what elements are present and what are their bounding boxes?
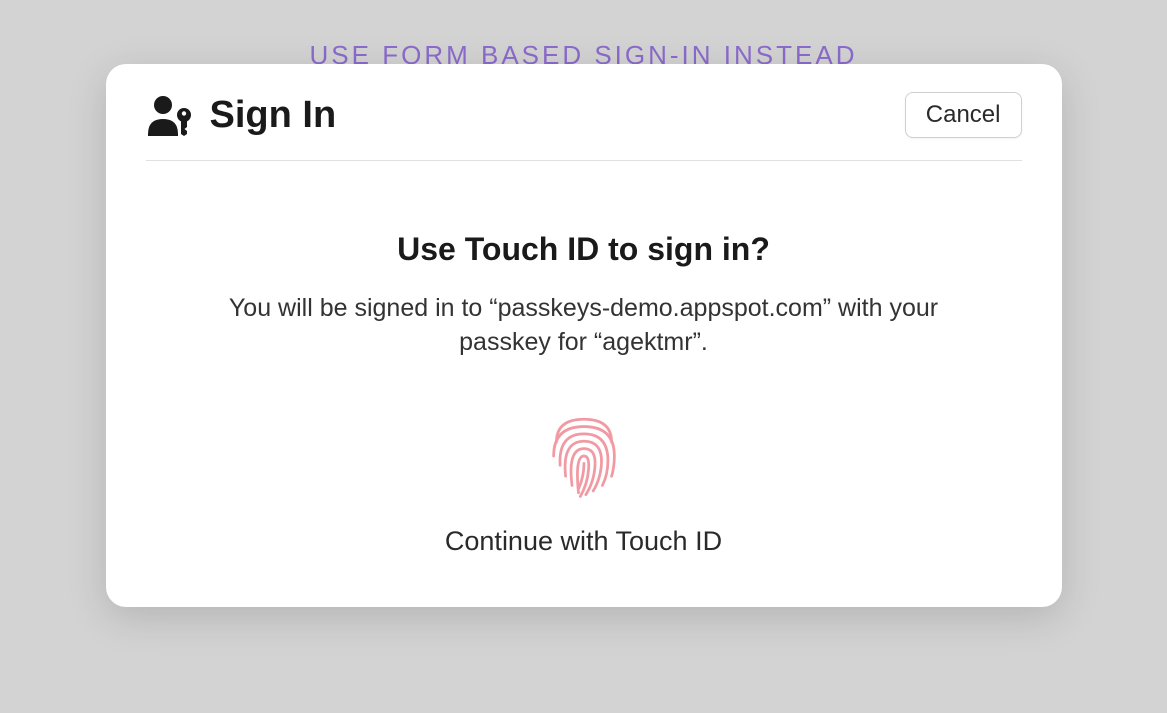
fingerprint-icon[interactable] xyxy=(538,410,630,502)
dialog-header: Sign In Cancel xyxy=(146,92,1022,161)
dialog-header-left: Sign In xyxy=(146,94,337,137)
signin-dialog: Sign In Cancel Use Touch ID to sign in? … xyxy=(106,64,1062,607)
dialog-title: Sign In xyxy=(210,94,337,137)
touchid-prompt-heading: Use Touch ID to sign in? xyxy=(146,231,1022,268)
dialog-body: Use Touch ID to sign in? You will be sig… xyxy=(146,161,1022,557)
touchid-prompt-description: You will be signed in to “passkeys-demo.… xyxy=(214,292,954,360)
passkey-icon xyxy=(146,94,196,136)
continue-touchid-label: Continue with Touch ID xyxy=(146,526,1022,557)
cancel-button[interactable]: Cancel xyxy=(905,92,1022,138)
